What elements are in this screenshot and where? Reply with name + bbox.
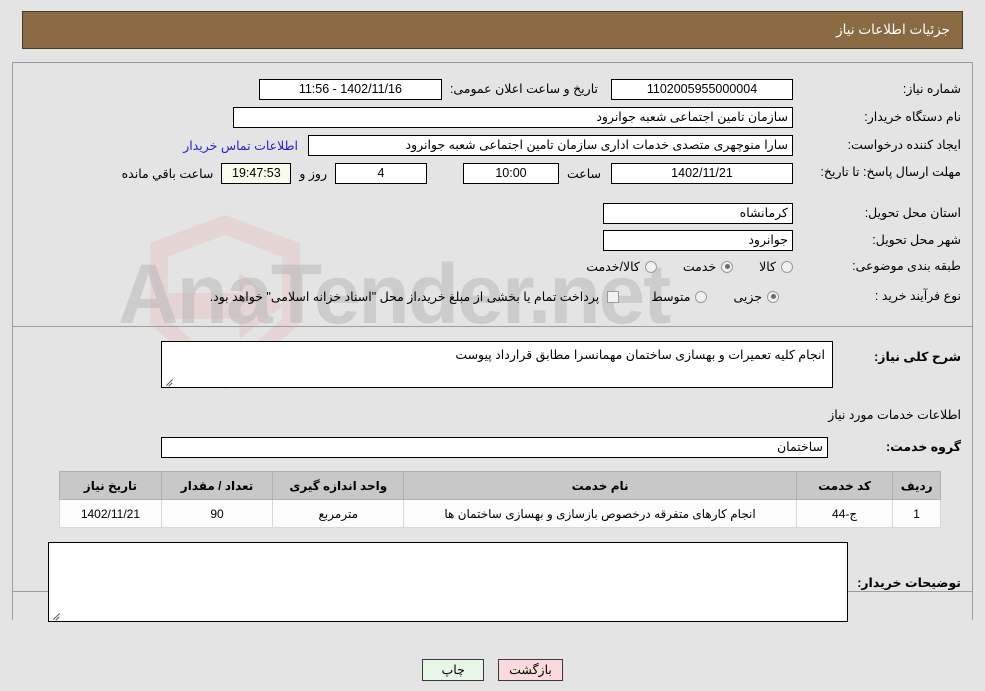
cell-code: ج-44 (795, 499, 894, 528)
main-panel: شماره نیاز: 1102005955000004 تاریخ و ساع… (12, 62, 973, 681)
province-row: استان محل تحویل: کرمانشاه (603, 203, 961, 224)
category-radio-kala-khedmat-label: کالا/خدمت (586, 260, 640, 274)
public-announce-value: 1402/11/16 - 11:56 (258, 79, 442, 100)
category-radio-khedmat[interactable] (721, 260, 734, 273)
buyer-org-value: سازمان تامین اجتماعی شعبه جوانرود (233, 107, 793, 128)
table-header-row: ردیف کد خدمت نام خدمت واحد اندازه گیری ت… (59, 471, 941, 500)
resize-grip-icon-notes[interactable] (51, 608, 63, 620)
category-radio-khedmat-label: خدمت (682, 260, 717, 274)
need-number-label: شماره نیاز: (902, 82, 961, 96)
public-announce-label: تاریخ و ساعت اعلان عمومی: (449, 82, 598, 96)
print-button[interactable]: چاپ (422, 659, 485, 681)
col-name: نام خدمت (403, 471, 797, 500)
city-label: شهر محل تحویل: (872, 233, 961, 247)
process-option-motevaset[interactable]: متوسط (651, 289, 708, 304)
creator-label: ایجاد کننده درخواست: (847, 138, 961, 152)
service-group-label: گروه خدمت: (885, 440, 961, 454)
province-label: استان محل تحویل: (864, 206, 961, 220)
need-summary-section: شماره نیاز: 1102005955000004 تاریخ و ساع… (12, 62, 973, 327)
treasury-checkbox[interactable] (607, 290, 620, 303)
services-table: ردیف کد خدمت نام خدمت واحد اندازه گیری ت… (59, 471, 941, 528)
resize-grip-icon[interactable] (164, 374, 176, 386)
general-desc-textarea[interactable]: انجام کلیه تعمیرات و بهسازی ساختمان مهما… (161, 341, 833, 388)
general-desc-label: شرح کلی نیاز: (874, 350, 961, 364)
countdown-value: 19:47:53 (221, 163, 292, 184)
need-detail-section: شرح کلی نیاز: انجام کلیه تعمیرات و بهساز… (12, 327, 973, 622)
deadline-days-label: روز و (299, 167, 327, 181)
buyer-contact-link[interactable]: اطلاعات تماس خریدار (183, 138, 298, 153)
need-number-value: 1102005955000004 (611, 79, 793, 100)
deadline-row: مهلت ارسال پاسخ: تا تاریخ: 1402/11/21 سا… (122, 163, 961, 184)
general-desc-value: انجام کلیه تعمیرات و بهسازی ساختمان مهما… (455, 348, 825, 362)
deadline-hour-label: ساعت (566, 167, 601, 181)
process-row: نوع فرآیند خرید : جزیی متوسط پرداخت تمام… (210, 289, 961, 304)
province-value: کرمانشاه (603, 203, 793, 224)
page-title-bar: جزئیات اطلاعات نیاز (22, 11, 963, 49)
process-radio-motevaset-label: متوسط (651, 290, 691, 304)
page-title: جزئیات اطلاعات نیاز (836, 22, 950, 37)
city-value: جوانرود (603, 230, 793, 251)
col-code: کد خدمت (795, 471, 894, 500)
buyer-notes-label: توضیحات خریدار: (857, 576, 961, 590)
cell-date: 1402/11/21 (59, 499, 162, 528)
category-option-khedmat[interactable]: خدمت (682, 259, 734, 274)
treasury-note: پرداخت تمام یا بخشی از مبلغ خرید،از محل … (209, 290, 600, 304)
creator-row: ایجاد کننده درخواست: سارا منوچهری متصدی … (183, 135, 961, 156)
deadline-days-value: 4 (334, 163, 427, 184)
action-button-bar: بازگشت چاپ (12, 650, 973, 690)
deadline-date-value: 1402/11/21 (611, 163, 793, 184)
cell-unit: مترمربع (272, 499, 405, 528)
buyer-notes-textarea[interactable] (48, 542, 848, 622)
col-date: تاریخ نیاز (59, 471, 162, 500)
col-radif: ردیف (892, 471, 941, 500)
services-heading: اطلاعات خدمات مورد نیاز (828, 408, 961, 422)
process-radio-jozei-label: جزیی (733, 290, 762, 304)
process-label: نوع فرآیند خرید : (874, 289, 961, 303)
col-unit: واحد اندازه گیری (272, 471, 405, 500)
category-label: طبقه بندی موضوعی: (852, 259, 961, 273)
buyer-org-label: نام دستگاه خریدار: (864, 110, 961, 124)
category-option-kala[interactable]: کالا (759, 259, 793, 274)
col-qty: تعداد / مقدار (160, 471, 274, 500)
cell-radif: 1 (892, 499, 941, 528)
category-radio-kala[interactable] (781, 260, 793, 273)
deadline-label: مهلت ارسال پاسخ: تا تاریخ: (820, 165, 961, 179)
back-button[interactable]: بازگشت (498, 659, 563, 681)
buyer-org-row: نام دستگاه خریدار: سازمان تامین اجتماعی … (233, 107, 961, 128)
deadline-time-value: 10:00 (462, 163, 559, 184)
category-radio-kala-khedmat[interactable] (644, 260, 657, 273)
countdown-label: ساعت باقي مانده (121, 167, 214, 181)
process-radio-motevaset[interactable] (695, 290, 708, 303)
process-option-jozei[interactable]: جزیی (733, 289, 779, 304)
creator-value: سارا منوچهری متصدی خدمات اداری سازمان تا… (308, 135, 793, 156)
process-radio-jozei[interactable] (767, 290, 779, 303)
table-row: 1 ج-44 انجام کارهای متفرقه درخصوص بازساز… (59, 499, 941, 528)
cell-name: انجام کارهای متفرقه درخصوص بازسازی و بهس… (403, 499, 797, 528)
category-option-kala-khedmat[interactable]: کالا/خدمت (586, 259, 657, 274)
category-radio-kala-label: کالا (759, 260, 776, 274)
city-row: شهر محل تحویل: جوانرود (603, 230, 961, 251)
public-announce-row: تاریخ و ساعت اعلان عمومی: 1402/11/16 - 1… (258, 79, 598, 100)
category-row: طبقه بندی موضوعی: کالا خدمت کالا/خدمت (586, 259, 961, 274)
service-group-value: ساختمان (161, 437, 828, 458)
need-number-row: شماره نیاز: 1102005955000004 (611, 79, 961, 100)
cell-qty: 90 (160, 499, 274, 528)
